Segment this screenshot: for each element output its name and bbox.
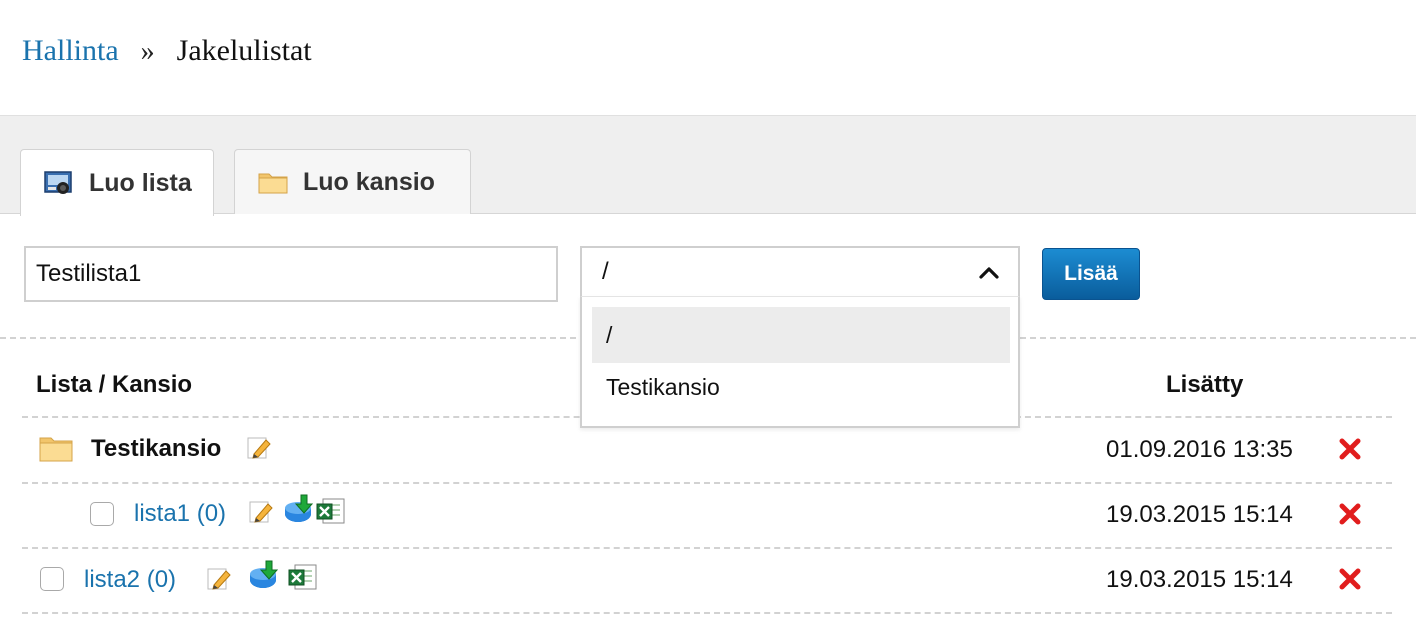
folder-option-testikansio[interactable]: Testikansio [592, 359, 1010, 415]
folder-icon [258, 173, 288, 194]
edit-icon[interactable] [246, 434, 272, 460]
added-date: 19.03.2015 15:14 [1106, 501, 1293, 528]
tab-create-list-label: Luo lista [89, 168, 192, 197]
folder-dropdown: / Testikansio [580, 296, 1020, 428]
download-icon[interactable] [248, 560, 280, 590]
download-icon[interactable] [283, 494, 315, 524]
column-header-added: Lisätty [1166, 371, 1244, 398]
added-date: 19.03.2015 15:14 [1106, 566, 1293, 593]
folder-select-value: / [602, 258, 609, 285]
page-title: Jakelulistat [176, 34, 312, 67]
edit-icon[interactable] [206, 565, 232, 591]
column-header-name: Lista / Kansio [36, 371, 193, 398]
added-date: 01.09.2016 13:35 [1106, 436, 1293, 463]
add-button[interactable]: Lisää [1042, 248, 1140, 300]
tab-create-folder-label: Luo kansio [303, 167, 435, 196]
divider [22, 482, 1392, 484]
folder-name: Testikansio [91, 435, 222, 462]
excel-icon[interactable] [288, 563, 318, 591]
breadcrumb-hallinta-link[interactable]: Hallinta [22, 34, 119, 68]
delete-icon[interactable] [1338, 567, 1362, 591]
excel-icon[interactable] [316, 497, 346, 525]
folder-select[interactable]: / [580, 246, 1020, 298]
select-checkbox[interactable] [90, 502, 114, 526]
divider [22, 612, 1392, 614]
select-checkbox[interactable] [40, 567, 64, 591]
folder-icon [39, 437, 73, 462]
breadcrumb: Hallinta » Jakelulistat [22, 34, 312, 68]
list-name-input[interactable] [24, 246, 558, 302]
folder-option-root[interactable]: / [592, 307, 1010, 363]
tab-create-folder[interactable]: Luo kansio [234, 149, 471, 214]
divider [22, 547, 1392, 549]
delete-icon[interactable] [1338, 437, 1362, 461]
breadcrumb-separator: » [140, 36, 155, 67]
list-link[interactable]: lista2 (0) [84, 566, 176, 594]
tab-create-list[interactable]: Luo lista [20, 149, 214, 216]
edit-icon[interactable] [248, 498, 274, 524]
list-icon [44, 171, 72, 194]
delete-icon[interactable] [1338, 502, 1362, 526]
list-link[interactable]: lista1 (0) [134, 500, 226, 528]
tab-strip: Luo lista Luo kansio [0, 115, 1416, 216]
chevron-up-icon [979, 267, 999, 279]
